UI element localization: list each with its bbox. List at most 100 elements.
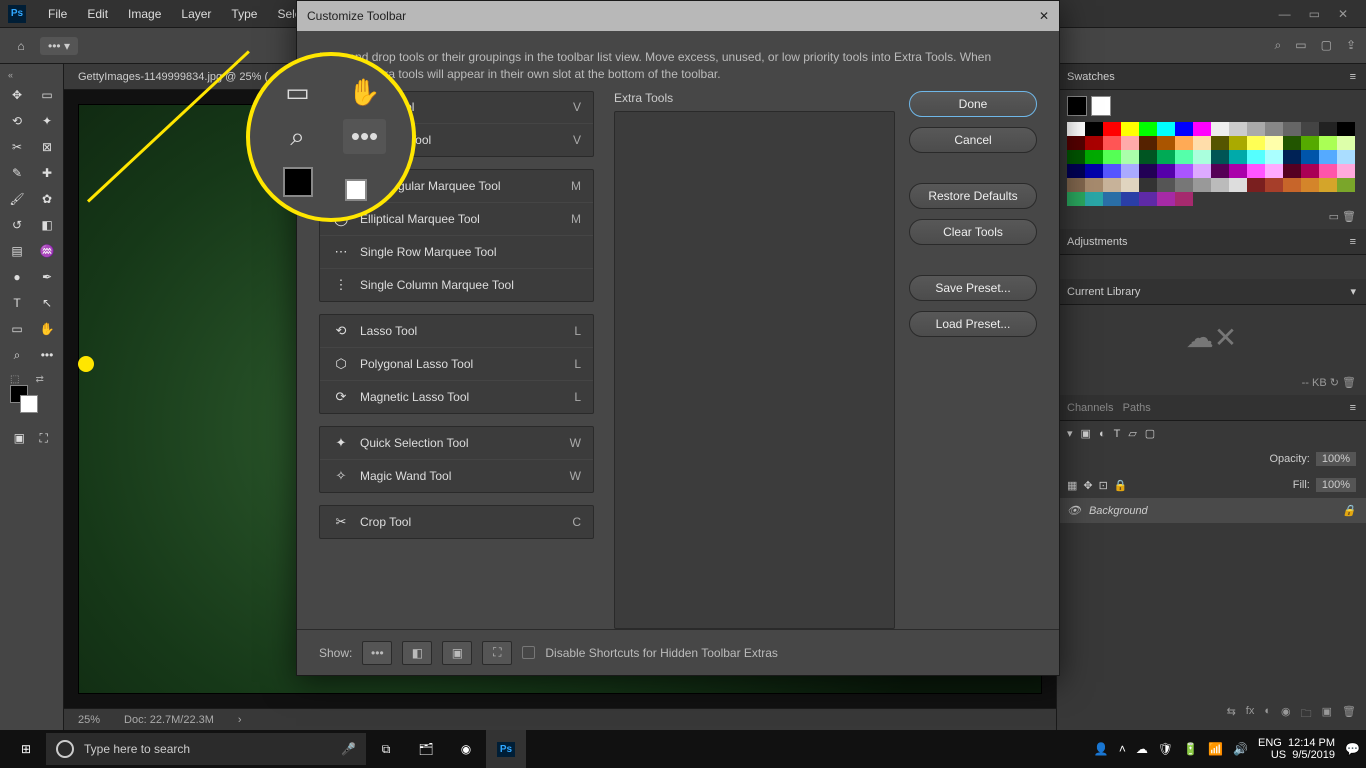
extra-tools-list[interactable] bbox=[614, 111, 895, 629]
tool-list-item[interactable]: ✂Crop ToolC bbox=[320, 506, 593, 538]
adjustments-tab[interactable]: Adjustments bbox=[1067, 236, 1128, 248]
filter-icon[interactable]: ▾ bbox=[1067, 427, 1073, 440]
tool-list-item[interactable]: ▭Rectangular Marquee ToolM bbox=[320, 170, 593, 203]
swatch[interactable] bbox=[1193, 178, 1211, 192]
delete-layer-icon[interactable]: 🗑 bbox=[1342, 705, 1356, 724]
swatch[interactable] bbox=[1085, 150, 1103, 164]
swatch[interactable] bbox=[1283, 178, 1301, 192]
type-tool[interactable]: T bbox=[4, 292, 30, 314]
swatch[interactable] bbox=[1247, 150, 1265, 164]
tray-volume-icon[interactable]: 🔊 bbox=[1233, 742, 1248, 756]
quick-select-tool[interactable]: ✦ bbox=[34, 110, 60, 132]
swatch[interactable] bbox=[1337, 150, 1355, 164]
swatch[interactable] bbox=[1319, 122, 1337, 136]
tool-list-item[interactable]: ⟳Magnetic Lasso ToolL bbox=[320, 381, 593, 413]
swatch[interactable] bbox=[1337, 136, 1355, 150]
swatch[interactable] bbox=[1175, 122, 1193, 136]
menu-layer[interactable]: Layer bbox=[171, 7, 221, 21]
save-preset-button[interactable]: Save Preset... bbox=[909, 275, 1037, 301]
swatch[interactable] bbox=[1157, 178, 1175, 192]
fill-value[interactable]: 100% bbox=[1316, 478, 1356, 492]
tool-list-item[interactable]: ⟲Lasso ToolL bbox=[320, 315, 593, 348]
swatch[interactable] bbox=[1157, 150, 1175, 164]
mask-icon[interactable]: ◐ bbox=[1264, 705, 1271, 724]
tool-list-item[interactable]: ⋮Single Column Marquee Tool bbox=[320, 269, 593, 301]
chrome-icon[interactable]: ◉ bbox=[446, 730, 486, 768]
swatch[interactable] bbox=[1103, 178, 1121, 192]
swatches-tab[interactable]: Swatches bbox=[1067, 71, 1115, 83]
zoom-level[interactable]: 25% bbox=[78, 714, 100, 726]
rectangle-tool[interactable]: ▭ bbox=[4, 318, 30, 340]
swatch[interactable] bbox=[1265, 122, 1283, 136]
swatch[interactable] bbox=[1211, 178, 1229, 192]
edit-toolbar-button[interactable]: ••• bbox=[34, 344, 60, 366]
adjustment-icon[interactable]: ◉ bbox=[1281, 705, 1291, 724]
menu-type[interactable]: Type bbox=[221, 7, 267, 21]
swatch[interactable] bbox=[1283, 164, 1301, 178]
artboard-icon[interactable]: ▭ bbox=[1295, 38, 1306, 53]
swatch[interactable] bbox=[1121, 164, 1139, 178]
swatch[interactable] bbox=[1103, 136, 1121, 150]
photoshop-icon[interactable]: Ps bbox=[486, 730, 526, 768]
home-icon[interactable]: ⌂ bbox=[10, 35, 32, 57]
swatch[interactable] bbox=[1175, 192, 1193, 206]
swatch[interactable] bbox=[1319, 150, 1337, 164]
swatch[interactable] bbox=[1247, 178, 1265, 192]
menu-image[interactable]: Image bbox=[118, 7, 171, 21]
color-bg[interactable] bbox=[1091, 96, 1111, 116]
link-icon[interactable]: ⇆ bbox=[1227, 705, 1236, 724]
swatch[interactable] bbox=[1121, 122, 1139, 136]
healing-tool[interactable]: ✚ bbox=[34, 162, 60, 184]
libraries-dropdown[interactable]: Current Library bbox=[1067, 286, 1140, 298]
filter-shape-icon[interactable]: ▱ bbox=[1128, 427, 1136, 440]
toolbar-collapse-icon[interactable]: « bbox=[4, 70, 59, 84]
swatch[interactable] bbox=[1211, 150, 1229, 164]
swatch[interactable] bbox=[1265, 178, 1283, 192]
clock[interactable]: ENG 12:14 PM US 9/5/2019 bbox=[1258, 737, 1335, 761]
lock-move-icon[interactable]: ✥ bbox=[1083, 479, 1092, 492]
pen-tool[interactable]: ✒ bbox=[34, 266, 60, 288]
gradient-tool[interactable]: ▤ bbox=[4, 240, 30, 262]
swatch[interactable] bbox=[1157, 122, 1175, 136]
swatch[interactable] bbox=[1157, 136, 1175, 150]
lasso-tool[interactable]: ⟲ bbox=[4, 110, 30, 132]
new-swatch-icon[interactable]: ▭ bbox=[1329, 211, 1339, 223]
trash-icon[interactable]: 🗑 bbox=[1342, 377, 1356, 389]
swatch[interactable] bbox=[1193, 122, 1211, 136]
filter-img-icon[interactable]: ▣ bbox=[1081, 427, 1091, 440]
swatch[interactable] bbox=[1175, 164, 1193, 178]
swatch[interactable] bbox=[1283, 122, 1301, 136]
people-icon[interactable]: 👤 bbox=[1094, 742, 1109, 756]
filter-type-icon[interactable]: T bbox=[1114, 428, 1121, 440]
swatch[interactable] bbox=[1175, 178, 1193, 192]
tool-list-item[interactable]: ✦Quick Selection ToolW bbox=[320, 427, 593, 460]
show-screen-button[interactable]: ⛶ bbox=[482, 641, 512, 665]
lock-artboard-icon[interactable]: ⊡ bbox=[1099, 479, 1108, 492]
swatch[interactable] bbox=[1085, 136, 1103, 150]
swatch[interactable] bbox=[1247, 164, 1265, 178]
swatch[interactable] bbox=[1193, 164, 1211, 178]
fx-icon[interactable]: fx bbox=[1246, 705, 1255, 724]
screenmode-icon[interactable]: ⛶ bbox=[35, 427, 54, 449]
lock-all-icon[interactable]: 🔒 bbox=[1114, 479, 1128, 492]
chevron-down-icon[interactable]: ▾ bbox=[1350, 285, 1356, 298]
filter-smart-icon[interactable]: ▢ bbox=[1145, 427, 1155, 440]
tool-list-item[interactable]: ⋯Single Row Marquee Tool bbox=[320, 236, 593, 269]
swatch[interactable] bbox=[1121, 150, 1139, 164]
blur-tool[interactable]: ♒ bbox=[34, 240, 60, 262]
swatch[interactable] bbox=[1319, 164, 1337, 178]
show-extra-button[interactable]: ••• bbox=[362, 641, 392, 665]
menu-file[interactable]: File bbox=[38, 7, 77, 21]
swatch[interactable] bbox=[1193, 150, 1211, 164]
visibility-icon[interactable]: 👁 bbox=[1067, 504, 1081, 517]
search-box[interactable]: Type here to search 🎤 bbox=[46, 733, 366, 765]
channels-tab[interactable]: Channels bbox=[1067, 402, 1113, 414]
swatch[interactable] bbox=[1301, 122, 1319, 136]
swatch[interactable] bbox=[1139, 164, 1157, 178]
brush-tool[interactable]: 🖌 bbox=[4, 188, 30, 210]
swatch[interactable] bbox=[1211, 122, 1229, 136]
tray-shield-icon[interactable]: 🛡 bbox=[1158, 742, 1173, 756]
swatch[interactable] bbox=[1121, 136, 1139, 150]
tray-wifi-icon[interactable]: 📶 bbox=[1208, 742, 1223, 756]
swatch[interactable] bbox=[1085, 122, 1103, 136]
